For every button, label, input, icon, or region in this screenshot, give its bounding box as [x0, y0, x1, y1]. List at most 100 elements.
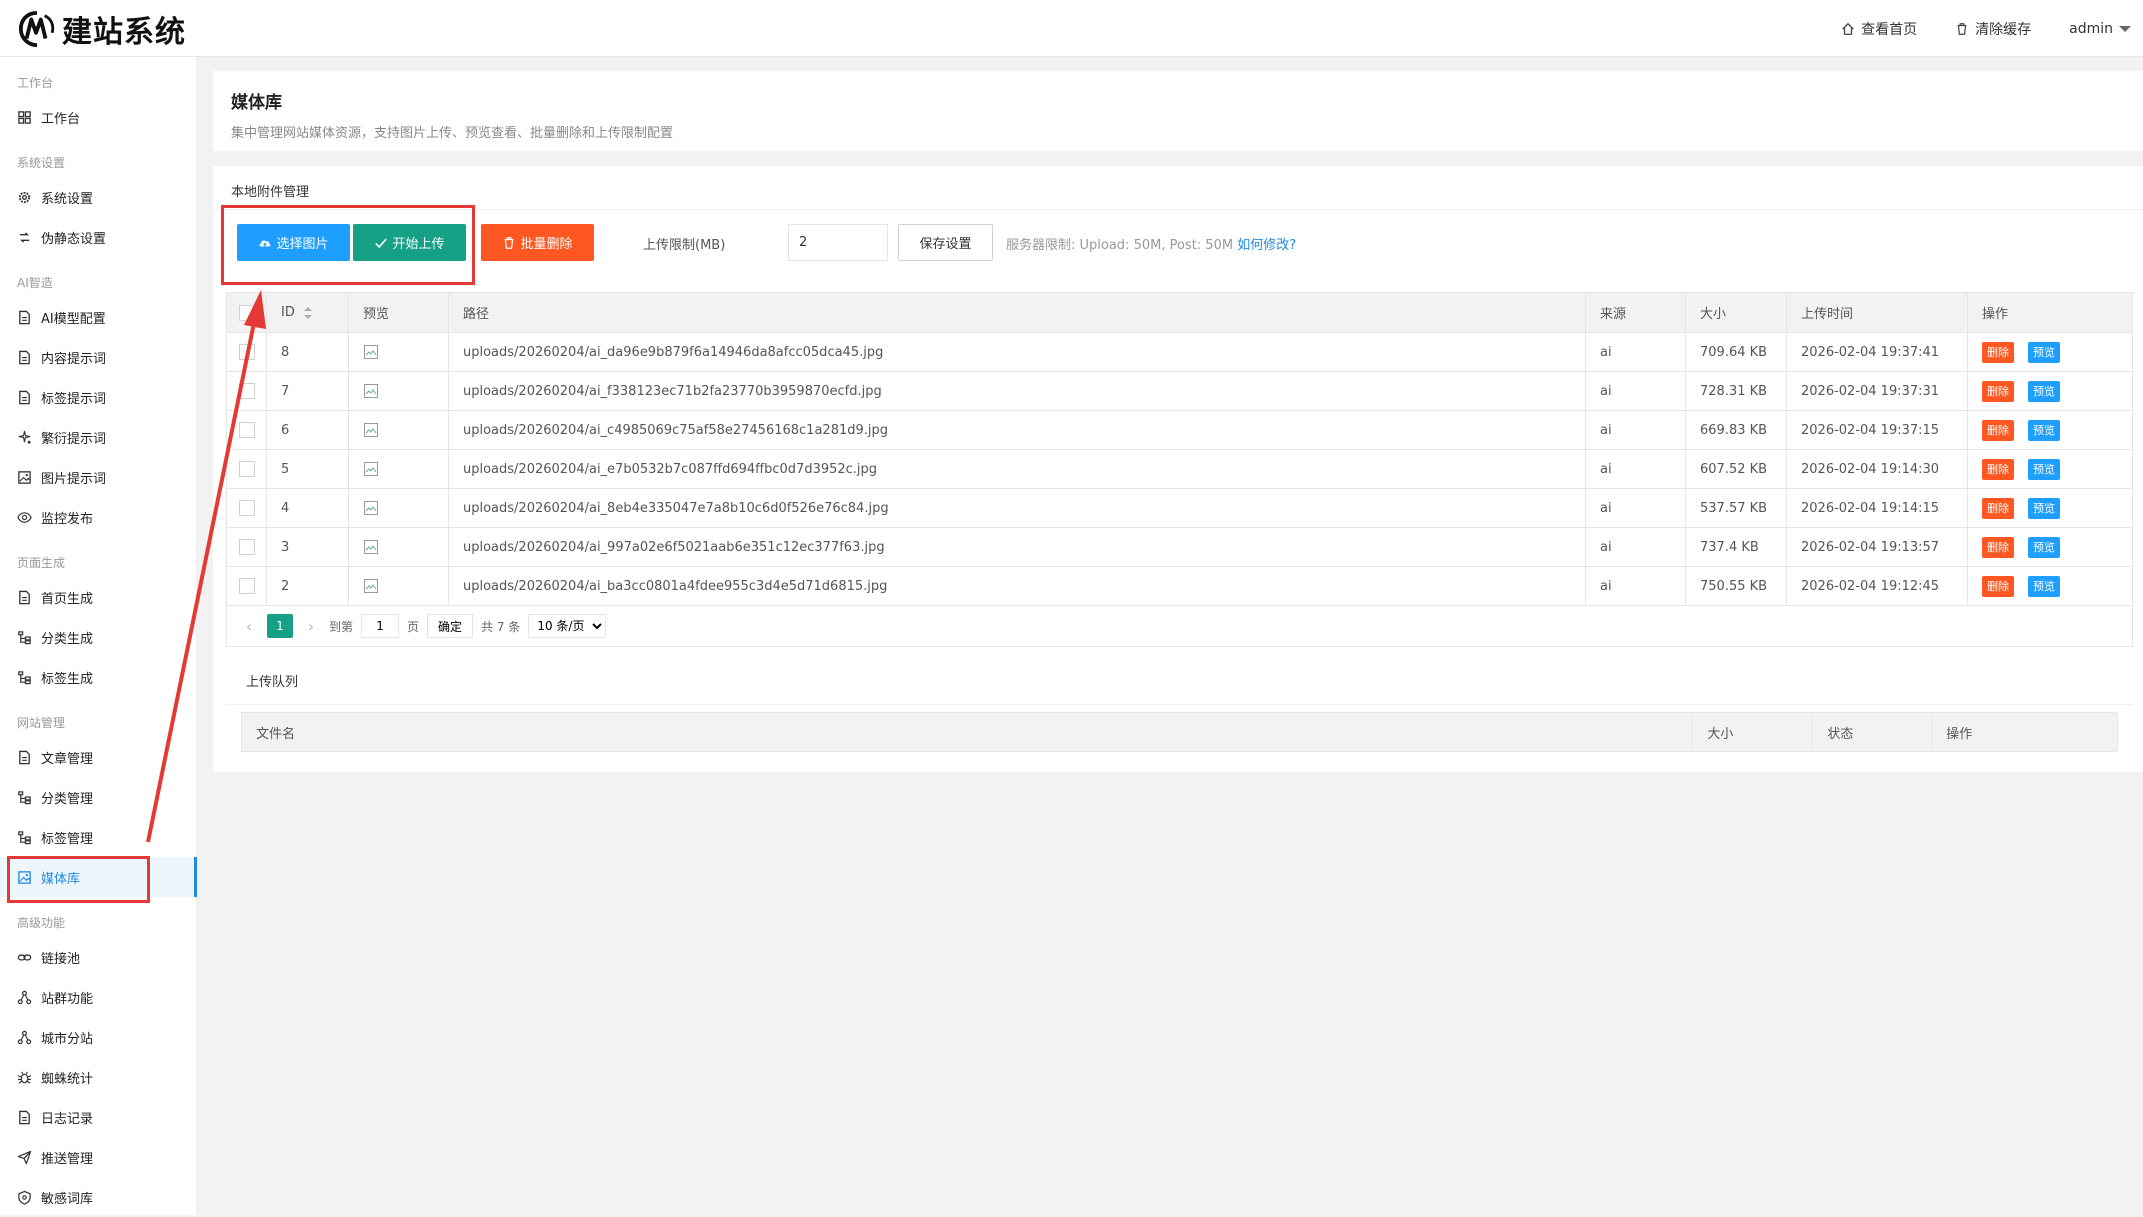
cell-id: 6: [267, 411, 349, 449]
queue-column-status: 状态: [1813, 713, 1933, 751]
delete-button[interactable]: 删除: [1982, 536, 2014, 558]
how-to-change-link[interactable]: 如何修改?: [1237, 238, 1296, 253]
sidebar-item-link-pool[interactable]: 链接池: [0, 937, 197, 977]
sidebar-item-rewrite[interactable]: 伪静态设置: [0, 217, 197, 257]
cell-id: 5: [267, 450, 349, 488]
preview-button[interactable]: 预览: [2028, 536, 2060, 558]
send-icon: [17, 1150, 32, 1164]
sidebar-item-monitor-publish[interactable]: 监控发布: [0, 497, 197, 537]
row-select-cell: [227, 372, 267, 410]
sidebar-item-sensitive-words[interactable]: 敏感词库: [0, 1177, 197, 1217]
sidebar-item-articles[interactable]: 文章管理: [0, 737, 197, 777]
preview-button[interactable]: 预览: [2028, 575, 2060, 597]
sidebar-item-image-prompt[interactable]: 图片提示词: [0, 457, 197, 497]
divider: [226, 704, 2133, 705]
upload-queue-header: 文件名 大小 状态 操作: [241, 712, 2118, 752]
sidebar-item-tag-prompt[interactable]: 标签提示词: [0, 377, 197, 417]
sidebar-item-content-prompt[interactable]: 内容提示词: [0, 337, 197, 377]
broken-image-icon[interactable]: [363, 539, 379, 555]
cell-source: ai: [1586, 489, 1686, 527]
column-source: 来源: [1586, 293, 1686, 332]
cell-id: 3: [267, 528, 349, 566]
broken-image-icon[interactable]: [363, 422, 379, 438]
logo-mark-icon: [18, 10, 55, 48]
sidebar-item-system-settings[interactable]: 系统设置: [0, 177, 197, 217]
sidebar-item-label: 站群功能: [41, 991, 94, 1007]
delete-button[interactable]: 删除: [1982, 419, 2014, 441]
cell-size: 669.83 KB: [1686, 411, 1787, 449]
column-id[interactable]: ID: [267, 293, 349, 332]
table-body: 8 uploads/20260204/ai_da96e9b879f6a14946d…: [227, 333, 2132, 606]
preview-button[interactable]: 预览: [2028, 458, 2060, 480]
delete-button[interactable]: 删除: [1982, 341, 2014, 363]
sidebar-item-label: 繁衍提示词: [41, 431, 107, 447]
column-path: 路径: [449, 293, 1586, 332]
sidebar-item-push[interactable]: 推送管理: [0, 1137, 197, 1177]
sidebar-item-derive-prompt[interactable]: 繁衍提示词: [0, 417, 197, 457]
sidebar-item-tag-gen[interactable]: 标签生成: [0, 657, 197, 697]
goto-page-input[interactable]: [361, 614, 400, 638]
cell-id: 7: [267, 372, 349, 410]
sidebar-item-category-gen[interactable]: 分类生成: [0, 617, 197, 657]
preview-button[interactable]: 预览: [2028, 419, 2060, 441]
broken-image-icon[interactable]: [363, 500, 379, 516]
row-checkbox[interactable]: [238, 461, 255, 477]
logo[interactable]: 建站系统: [18, 10, 186, 50]
cell-actions: 删除 预览: [1968, 567, 2132, 605]
preview-button[interactable]: 预览: [2028, 497, 2060, 519]
next-page-icon[interactable]: ›: [301, 614, 321, 638]
row-checkbox[interactable]: [238, 539, 255, 555]
select-all-checkbox[interactable]: [238, 304, 255, 321]
cell-actions: 删除 预览: [1968, 411, 2132, 449]
sidebar-item-spider-stats[interactable]: 蜘蛛统计: [0, 1057, 197, 1097]
cell-source: ai: [1586, 528, 1686, 566]
row-checkbox[interactable]: [238, 383, 255, 399]
delete-button[interactable]: 删除: [1982, 575, 2014, 597]
sidebar-item-label: 蜘蛛统计: [41, 1071, 94, 1087]
preview-button[interactable]: 预览: [2028, 341, 2060, 363]
trash-icon: [505, 236, 514, 249]
sidebar-item-home-gen[interactable]: 首页生成: [0, 577, 197, 617]
sidebar-item-ai-model[interactable]: AI模型配置: [0, 297, 197, 337]
row-checkbox[interactable]: [238, 344, 255, 360]
save-settings-button[interactable]: 保存设置: [898, 224, 993, 261]
cell-preview: [349, 333, 449, 371]
delete-button[interactable]: 删除: [1982, 497, 2014, 519]
delete-button[interactable]: 删除: [1982, 458, 2014, 480]
user-menu[interactable]: admin: [2069, 21, 2131, 37]
tree-icon: [18, 830, 31, 844]
broken-image-icon[interactable]: [363, 461, 379, 477]
server-limit-note: 服务器限制: Upload: 50M, Post: 50M 如何修改?: [1006, 234, 1296, 253]
sort-icon[interactable]: [303, 306, 313, 320]
row-checkbox[interactable]: [238, 422, 255, 438]
sidebar-item-categories[interactable]: 分类管理: [0, 777, 197, 817]
cell-upload-time: 2026-02-04 19:14:30: [1787, 450, 1968, 488]
table-row: 7 uploads/20260204/ai_f338123ec71b2fa2377…: [227, 372, 2132, 411]
broken-image-icon[interactable]: [363, 344, 379, 360]
sidebar-item-site-group[interactable]: 站群功能: [0, 977, 197, 1017]
upload-limit-input[interactable]: [788, 224, 888, 261]
sidebar-item-logs[interactable]: 日志记录: [0, 1097, 197, 1137]
per-page-select[interactable]: 10 条/页: [528, 614, 607, 638]
batch-delete-button[interactable]: 批量删除: [481, 224, 594, 261]
page-title: 媒体库: [231, 93, 282, 113]
broken-image-icon[interactable]: [363, 578, 379, 594]
queue-column-size: 大小: [1693, 713, 1814, 751]
delete-button[interactable]: 删除: [1982, 380, 2014, 402]
view-home-link[interactable]: 查看首页: [1841, 19, 1917, 39]
broken-image-icon[interactable]: [363, 383, 379, 399]
cell-preview: [349, 450, 449, 488]
sidebar-group-system: 系统设置: [17, 156, 66, 170]
sidebar-item-label: 敏感词库: [41, 1191, 94, 1207]
row-checkbox[interactable]: [238, 578, 255, 594]
sidebar-item-city-sites[interactable]: 城市分站: [0, 1017, 197, 1057]
goto-confirm-button[interactable]: 确定: [427, 614, 474, 638]
preview-button[interactable]: 预览: [2028, 380, 2060, 402]
current-page[interactable]: 1: [267, 614, 293, 638]
sidebar-item-workbench[interactable]: 工作台: [0, 97, 197, 137]
clear-cache-link[interactable]: 清除缓存: [1955, 19, 2031, 39]
row-checkbox[interactable]: [238, 500, 255, 516]
cell-preview: [349, 411, 449, 449]
prev-page-icon[interactable]: ‹: [239, 614, 259, 638]
sidebar-item-tags[interactable]: 标签管理: [0, 817, 197, 857]
